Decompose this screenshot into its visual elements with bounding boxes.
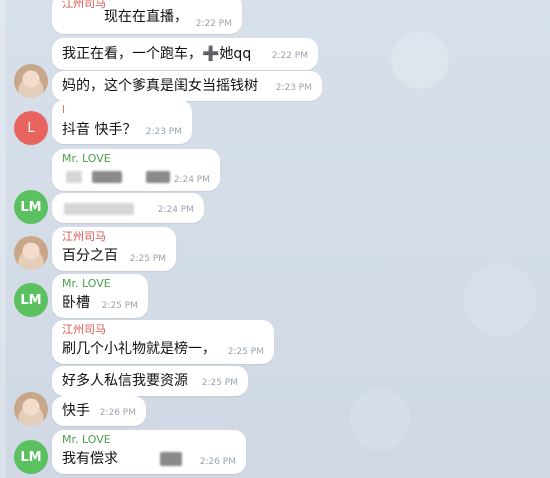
message-bubble[interactable]: 江州司马 刷几个小礼物就是榜一， 2:25 PM xyxy=(52,320,274,364)
avatar[interactable]: LM xyxy=(14,440,48,474)
avatar-initial: L xyxy=(27,120,35,136)
left-edge xyxy=(0,0,6,478)
message-time: 2:25 PM xyxy=(201,378,238,388)
message-bubble[interactable]: 江州司马 百分之百 2:25 PM xyxy=(52,227,176,271)
message-text: 卧槽 xyxy=(62,295,90,311)
sender-name: l xyxy=(62,103,66,116)
blurred-content xyxy=(64,203,134,215)
avatar[interactable] xyxy=(14,64,48,98)
message-text: 快手 xyxy=(62,403,90,419)
blurred-content xyxy=(160,452,182,466)
message-bubble[interactable]: 妈的，这个爹真是闺女当摇钱树 2:23 PM xyxy=(52,71,322,101)
avatar-initial: LM xyxy=(20,292,42,308)
message-time: 2:22 PM xyxy=(271,51,308,61)
sender-name: 江州司马 xyxy=(62,323,106,336)
message-text: 现在在直播， xyxy=(104,9,188,25)
message-text: 抖音 快手？ xyxy=(62,122,137,138)
message-time: 2:24 PM xyxy=(157,205,194,215)
avatar[interactable]: L xyxy=(14,111,48,145)
message-time: 2:25 PM xyxy=(101,301,138,311)
avatar[interactable] xyxy=(14,236,48,270)
avatar-initial: LM xyxy=(20,199,42,215)
sender-name: 江州司马 xyxy=(62,0,106,10)
message-time: 2:24 PM xyxy=(173,175,210,185)
sender-name: Mr. LOVE xyxy=(62,277,111,290)
sender-name: 江州司马 xyxy=(62,230,106,243)
message-time: 2:26 PM xyxy=(99,408,136,418)
message-bubble[interactable]: l 抖音 快手？ 2:23 PM xyxy=(52,100,192,144)
message-text: 妈的，这个爹真是闺女当摇钱树 xyxy=(62,78,258,94)
message-text: 我正在看，一个跑车，➕她qq xyxy=(62,46,252,62)
message-time: 2:26 PM xyxy=(199,457,236,467)
message-bubble[interactable]: 好多人私信我要资源 2:25 PM xyxy=(52,366,248,396)
message-bubble[interactable]: 快手 2:26 PM xyxy=(52,396,146,426)
avatar[interactable] xyxy=(14,392,48,426)
message-text: 我有偿求 xyxy=(62,451,118,467)
avatar[interactable]: LM xyxy=(14,190,48,224)
blurred-content xyxy=(66,171,82,183)
message-time: 2:22 PM xyxy=(195,19,232,29)
message-time: 2:25 PM xyxy=(129,254,166,264)
blurred-content xyxy=(92,171,122,183)
message-bubble[interactable]: 2:24 PM xyxy=(52,193,204,223)
blurred-content xyxy=(146,171,170,183)
message-time: 2:23 PM xyxy=(275,83,312,93)
message-bubble[interactable]: 江州司马 现在在直播， 2:22 PM xyxy=(52,0,242,34)
sender-name: Mr. LOVE xyxy=(62,152,111,165)
message-text: 百分之百 xyxy=(62,248,118,264)
message-time: 2:23 PM xyxy=(145,127,182,137)
avatar-initial: LM xyxy=(20,449,42,465)
message-text: 刷几个小礼物就是榜一， xyxy=(62,341,216,357)
message-text: 好多人私信我要资源 xyxy=(62,373,188,389)
message-bubble[interactable]: Mr. LOVE 我有偿求 2:26 PM xyxy=(52,430,246,474)
message-time: 2:25 PM xyxy=(227,347,264,357)
message-bubble[interactable]: Mr. LOVE 卧槽 2:25 PM xyxy=(52,274,148,318)
avatar[interactable]: LM xyxy=(14,283,48,317)
message-bubble[interactable]: 我正在看，一个跑车，➕她qq 2:22 PM xyxy=(52,38,318,70)
message-bubble[interactable]: Mr. LOVE 2:24 PM xyxy=(52,149,220,191)
sender-name: Mr. LOVE xyxy=(62,433,111,446)
